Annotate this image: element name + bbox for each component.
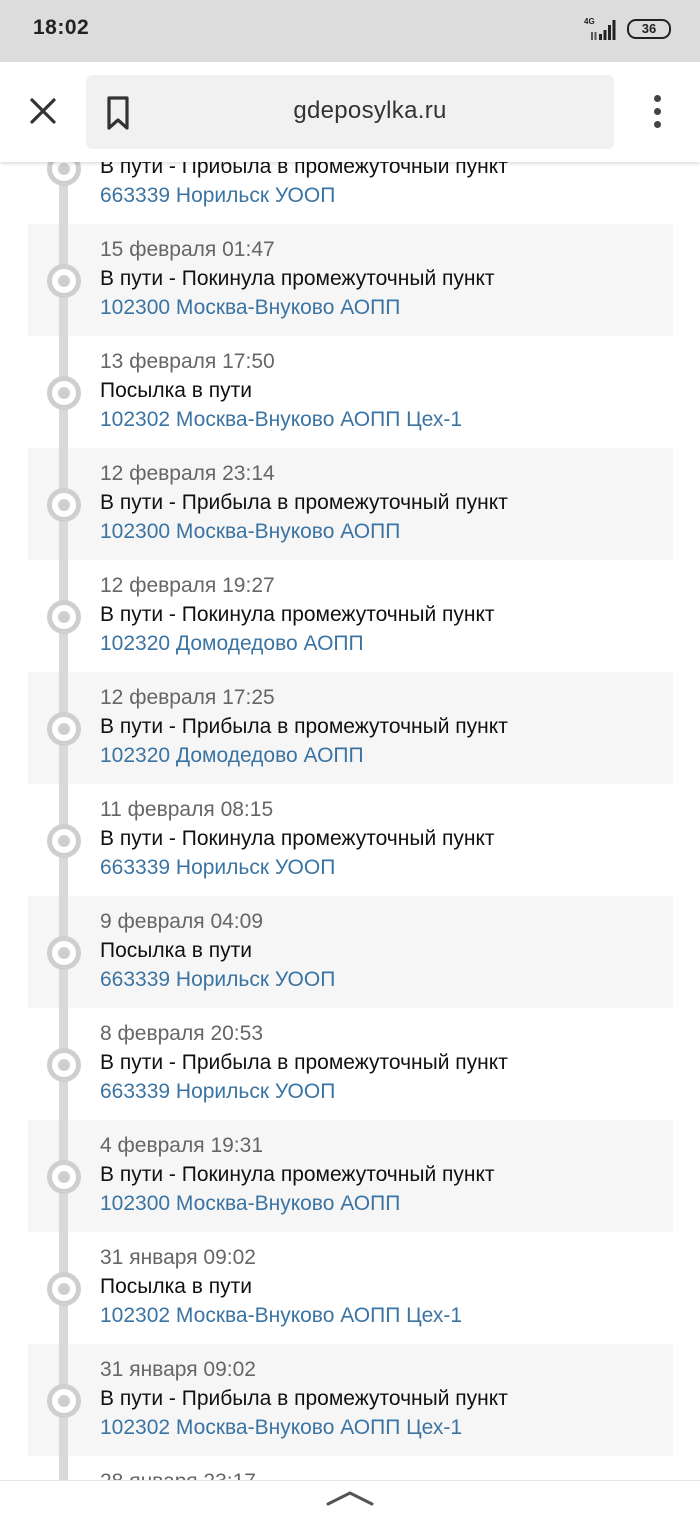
event-row: 12 февраля 19:27 В пути - Покинула промеж… xyxy=(28,560,673,672)
event-location[interactable]: 102302 Москва-Внуково АОПП Цех-1 xyxy=(100,408,462,432)
timeline-dot-icon xyxy=(47,376,81,410)
event-row: 11 февраля 08:15 В пути - Покинула промеж… xyxy=(28,784,673,896)
event-status: В пути - Покинула промежуточный пункт xyxy=(100,267,495,290)
event-status: В пути - Прибыла в промежуточный пункт xyxy=(100,1051,508,1074)
event-row: 31 января 09:02 Посылка в пути 102302 Моск… xyxy=(28,1232,673,1344)
event-date: 4 февраля 19:31 xyxy=(100,1134,263,1157)
event-location[interactable]: 102302 Москва-Внуково АОПП Цех-1 xyxy=(100,1416,462,1440)
event-date: 28 января 23:17 xyxy=(100,1470,256,1480)
event-row: 15 февраля 01:47 В пути - Покинула промеж… xyxy=(28,224,673,336)
event-location[interactable]: 102300 Москва-Внуково АОПП xyxy=(100,520,400,544)
chevron-up-icon[interactable] xyxy=(326,1489,374,1507)
event-status: Посылка в пути xyxy=(100,1275,252,1298)
event-date: 31 января 09:02 xyxy=(100,1246,256,1269)
event-row: 13 февраля 17:50 Посылка в пути 102302 Мос… xyxy=(28,336,673,448)
event-row: 12 февраля 23:14 В пути - Прибыла в проме… xyxy=(28,448,673,560)
timeline-dot-icon xyxy=(47,824,81,858)
event-date: 15 февраля 01:47 xyxy=(100,238,275,261)
event-date: 12 февраля 23:14 xyxy=(100,462,275,485)
address-bar[interactable]: gdeposylka.ru xyxy=(86,75,614,149)
timeline-dot-icon xyxy=(47,712,81,746)
event-location[interactable]: 102302 Москва-Внуково АОПП Цех-1 xyxy=(100,1304,462,1328)
event-row: 12 февраля 17:25 В пути - Прибыла в проме… xyxy=(28,672,673,784)
event-row: 4 февраля 19:31 В пути - Покинула промежу… xyxy=(28,1120,673,1232)
event-status: В пути - Прибыла в промежуточный пункт xyxy=(100,1387,508,1410)
event-row: 8 февраля 20:53 В пути - Прибыла в промеж… xyxy=(28,1008,673,1120)
timeline-dot-icon xyxy=(47,1384,81,1418)
event-date: 12 февраля 19:27 xyxy=(100,574,275,597)
timeline-dot-icon xyxy=(47,488,81,522)
status-bar: 18:02 4G 36 xyxy=(0,0,700,62)
event-row: В пути - Прибыла в промежуточный пункт 66… xyxy=(28,162,673,224)
timeline-dot-icon xyxy=(47,1272,81,1306)
event-status: Посылка в пути xyxy=(100,379,252,402)
event-date: 9 февраля 04:09 xyxy=(100,910,263,933)
timeline-dot-icon xyxy=(47,1160,81,1194)
status-time: 18:02 xyxy=(33,16,90,39)
event-status: В пути - Прибыла в промежуточный пункт xyxy=(100,162,508,178)
close-icon[interactable] xyxy=(22,90,64,132)
event-status: В пути - Прибыла в промежуточный пункт xyxy=(100,715,508,738)
timeline-dot-icon xyxy=(47,936,81,970)
bottom-bar xyxy=(0,1480,700,1516)
event-location[interactable]: 102300 Москва-Внуково АОПП xyxy=(100,1192,400,1216)
timeline-dot-icon xyxy=(47,264,81,298)
more-vert-icon[interactable] xyxy=(642,92,672,132)
event-status: В пути - Прибыла в промежуточный пункт xyxy=(100,491,508,514)
event-location[interactable]: 102320 Домодедово АОПП xyxy=(100,744,364,768)
browser-toolbar: gdeposylka.ru xyxy=(0,62,700,162)
event-location[interactable]: 663339 Норильск УООП xyxy=(100,968,335,992)
event-location[interactable]: 663339 Норильск УООП xyxy=(100,184,335,208)
event-location[interactable]: 102300 Москва-Внуково АОПП xyxy=(100,296,400,320)
event-row: 9 февраля 04:09 Посылка в пути 663339 Нори… xyxy=(28,896,673,1008)
tracking-history: В пути - Прибыла в промежуточный пункт 66… xyxy=(0,162,700,1480)
event-row: 31 января 09:02 В пути - Прибыла в промеж… xyxy=(28,1344,673,1456)
timeline-dot-icon xyxy=(47,1048,81,1082)
battery-indicator: 36 xyxy=(627,19,671,39)
url-text[interactable]: gdeposylka.ru xyxy=(146,97,594,125)
event-location[interactable]: 102320 Домодедово АОПП xyxy=(100,632,364,656)
event-date: 31 января 09:02 xyxy=(100,1358,256,1381)
event-row: 28 января 23:17 xyxy=(28,1456,673,1480)
bookmark-icon[interactable] xyxy=(104,95,132,131)
event-status: Посылка в пути xyxy=(100,939,252,962)
network-indicator: 4G xyxy=(581,17,617,40)
event-date: 13 февраля 17:50 xyxy=(100,350,275,373)
event-date: 8 февраля 20:53 xyxy=(100,1022,263,1045)
event-location[interactable]: 663339 Норильск УООП xyxy=(100,856,335,880)
event-location[interactable]: 663339 Норильск УООП xyxy=(100,1080,335,1104)
event-status: В пути - Покинула промежуточный пункт xyxy=(100,827,495,850)
event-date: 12 февраля 17:25 xyxy=(100,686,275,709)
signal-icon xyxy=(591,20,616,40)
event-status: В пути - Покинула промежуточный пункт xyxy=(100,1163,495,1186)
event-date: 11 февраля 08:15 xyxy=(100,798,274,821)
timeline-dot-icon xyxy=(47,600,81,634)
event-status: В пути - Покинула промежуточный пункт xyxy=(100,603,495,626)
